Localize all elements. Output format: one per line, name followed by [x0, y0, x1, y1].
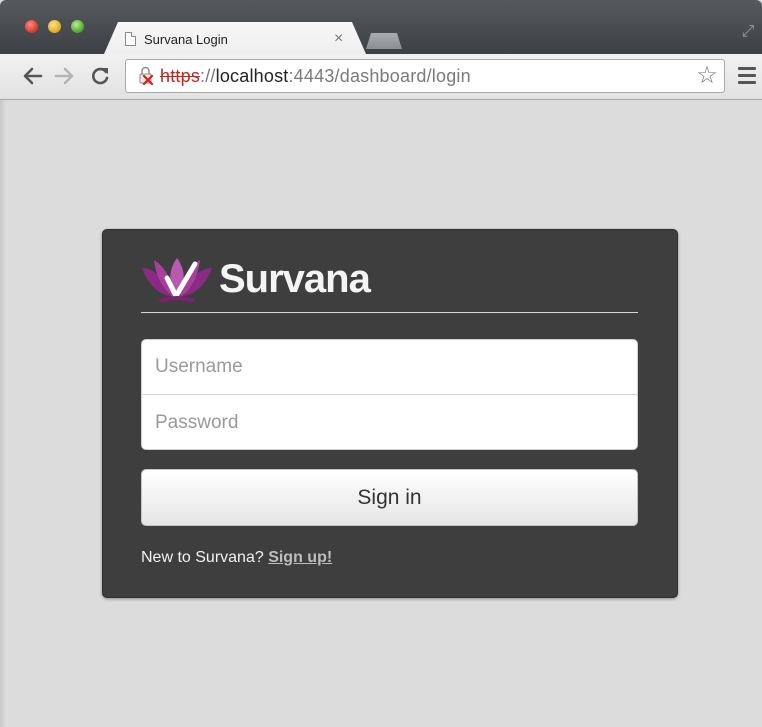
forward-button[interactable]	[53, 63, 77, 89]
reload-icon	[92, 67, 109, 85]
reload-button[interactable]	[88, 63, 112, 89]
url-host: localhost	[215, 66, 289, 86]
menu-icon[interactable]	[738, 67, 756, 85]
url-separator: ://	[200, 66, 216, 86]
signup-line: New to Survana? Sign up!	[141, 549, 332, 567]
password-input[interactable]	[142, 395, 637, 449]
url-path: :4443/dashboard/login	[288, 66, 471, 86]
brand-name: Survana	[219, 257, 371, 301]
viewport-edge	[0, 100, 6, 727]
star-icon[interactable]: ☆	[694, 63, 720, 89]
username-input[interactable]	[142, 340, 637, 395]
broken-lock-icon[interactable]	[138, 67, 154, 85]
lotus-logo-icon	[142, 258, 212, 303]
new-tab-button[interactable]	[366, 33, 402, 49]
minimize-window-button[interactable]	[48, 20, 61, 33]
zoom-window-button[interactable]	[71, 20, 84, 33]
page-icon	[125, 32, 136, 46]
arrow-right-icon	[54, 67, 74, 85]
url-scheme: https	[160, 66, 201, 86]
url-text[interactable]: https://localhost:4443/dashboard/login	[160, 66, 471, 87]
brand-divider	[141, 312, 638, 313]
tab-title: Survana Login	[144, 32, 228, 47]
arrow-left-icon	[23, 67, 43, 85]
close-window-button[interactable]	[25, 20, 38, 33]
tab-close-icon[interactable]: ×	[334, 30, 343, 48]
signup-prompt: New to Survana?	[141, 549, 264, 566]
sign-in-button[interactable]: Sign in	[141, 469, 638, 526]
credentials-group	[141, 339, 638, 450]
sign-up-link[interactable]: Sign up!	[268, 549, 332, 566]
fullscreen-icon[interactable]: ⤢	[738, 22, 758, 42]
back-button[interactable]	[20, 63, 44, 89]
